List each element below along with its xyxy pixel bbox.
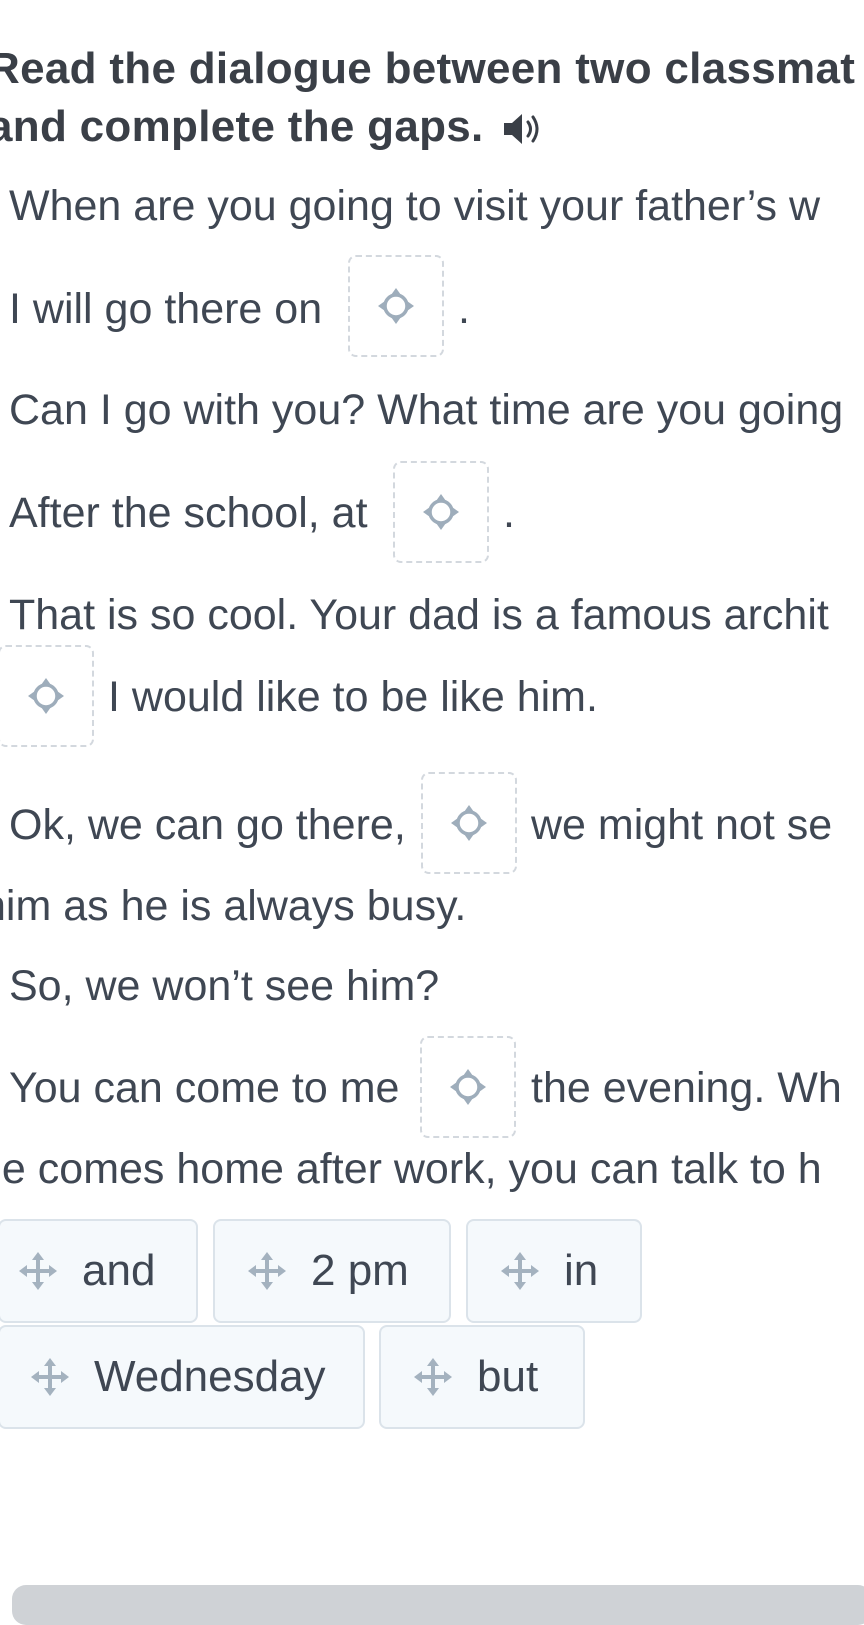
- move-arrows-icon: [19, 1252, 57, 1290]
- drop-target-icon: [28, 678, 64, 714]
- dialogue-line-2-text: I will go there on: [9, 285, 323, 333]
- move-arrows-icon: [248, 1252, 286, 1290]
- dialogue-line-7-end: we might not se: [531, 801, 833, 849]
- dialogue-line-4-end: .: [503, 489, 515, 537]
- drop-target-icon: [423, 494, 459, 530]
- instruction-line-2: and complete the gaps.: [0, 102, 484, 151]
- dialogue-line-9: So, we won’t see him?: [9, 962, 440, 1010]
- word-chip-and[interactable]: and: [0, 1219, 198, 1323]
- word-chip-label: and: [82, 1246, 156, 1295]
- dialogue-line-10-text: You can come to me: [9, 1064, 400, 1112]
- drop-target-icon: [378, 288, 414, 324]
- dialogue-line-10-end: the evening. Wh: [531, 1064, 842, 1112]
- word-chip-but[interactable]: but: [379, 1325, 585, 1429]
- word-chip-label: 2 pm: [311, 1246, 409, 1295]
- word-chip-2pm[interactable]: 2 pm: [213, 1219, 451, 1323]
- dialogue-line-4-text: After the school, at: [9, 489, 368, 537]
- dialogue-line-3: Can I go with you? What time are you goi…: [9, 386, 844, 434]
- gap-1[interactable]: [348, 255, 444, 357]
- dialogue-line-1: When are you going to visit your father’…: [9, 182, 821, 230]
- speaker-icon[interactable]: [502, 110, 546, 153]
- dialogue-line-11: he comes home after work, you can talk t…: [0, 1145, 822, 1193]
- gap-2[interactable]: [393, 461, 489, 563]
- drop-target-icon: [451, 805, 487, 841]
- word-chip-wednesday[interactable]: Wednesday: [0, 1325, 365, 1429]
- dialogue-line-6: I would like to be like him.: [108, 673, 598, 721]
- bottom-action-bar[interactable]: [12, 1585, 864, 1625]
- word-chip-label: in: [564, 1246, 599, 1295]
- word-chip-in[interactable]: in: [466, 1219, 642, 1323]
- gap-5[interactable]: [420, 1036, 516, 1138]
- dialogue-line-7-text: Ok, we can go there,: [9, 801, 406, 849]
- instruction-line-1: Read the dialogue between two classmat: [0, 44, 856, 93]
- dialogue-line-8: him as he is always busy.: [0, 882, 467, 930]
- dialogue-line-5: That is so cool. Your dad is a famous ar…: [9, 591, 829, 639]
- word-chip-label: but: [477, 1352, 539, 1401]
- move-arrows-icon: [31, 1358, 69, 1396]
- word-chip-label: Wednesday: [94, 1352, 326, 1401]
- move-arrows-icon: [501, 1252, 539, 1290]
- gap-4[interactable]: [421, 772, 517, 874]
- drop-target-icon: [450, 1069, 486, 1105]
- dialogue-line-2-end: .: [458, 285, 470, 333]
- move-arrows-icon: [414, 1358, 452, 1396]
- gap-3[interactable]: [0, 645, 94, 747]
